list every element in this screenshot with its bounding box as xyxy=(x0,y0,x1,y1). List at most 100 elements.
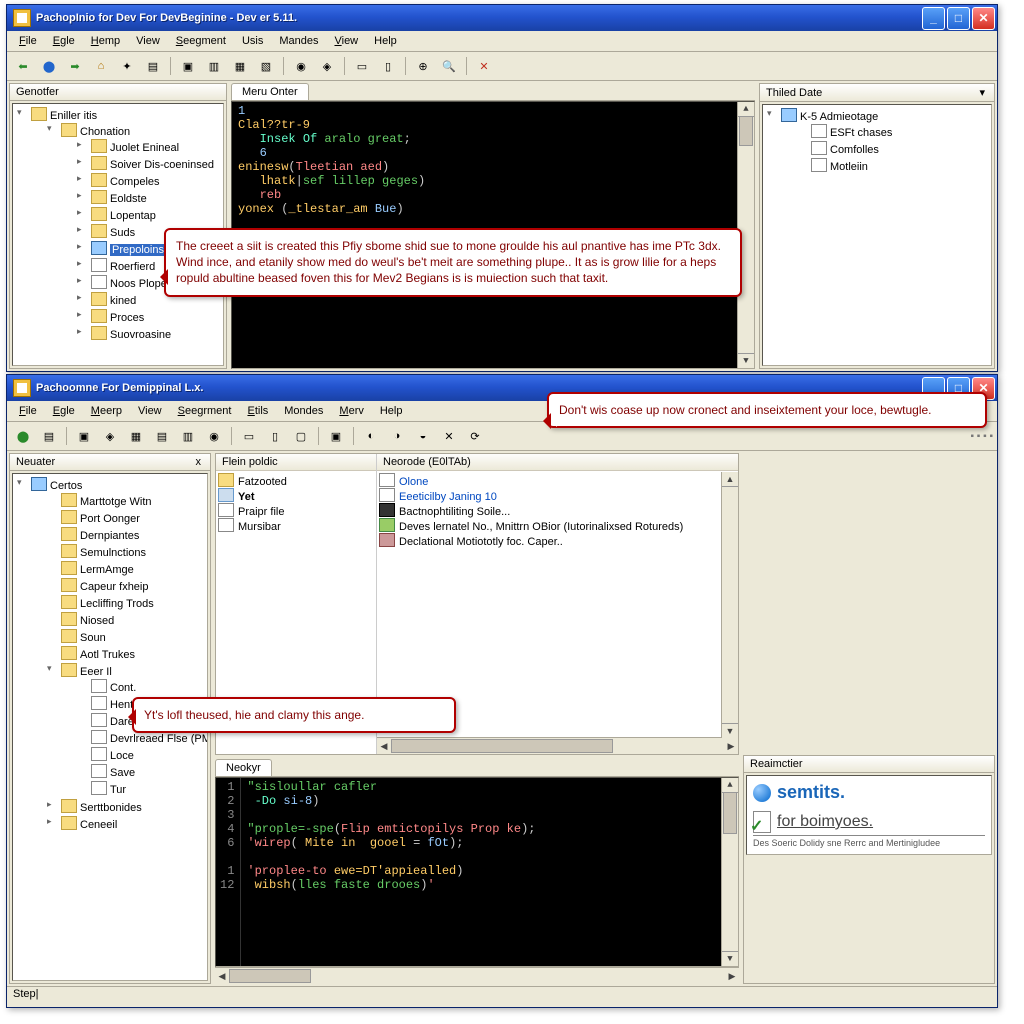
delete-button[interactable]: ✕ xyxy=(472,54,496,78)
tree-root[interactable]: Eniller itis Chonation Juolet EninealSoi… xyxy=(17,106,221,344)
titlebar-1[interactable]: PachopInio for Dev For DevBeginine - Dev… xyxy=(7,5,997,31)
scroll-left-icon[interactable]: ◀ xyxy=(377,738,391,754)
tree-item[interactable]: Port Oonger xyxy=(47,509,205,526)
toolbar-button[interactable]: ▤ xyxy=(141,54,165,78)
toolbar-button[interactable]: ▣ xyxy=(176,54,200,78)
menu-item[interactable]: Mondes xyxy=(276,403,331,419)
back-button[interactable]: ⬤ xyxy=(11,424,35,448)
list-item[interactable]: Deves lernatel No., Mnittrn OBior (Iutor… xyxy=(379,518,736,533)
menu-item[interactable]: View xyxy=(128,33,168,49)
home-button[interactable]: ⌂ xyxy=(89,54,113,78)
menu-item[interactable]: Meerp xyxy=(83,403,130,419)
toolbar-button[interactable]: ✦ xyxy=(115,54,139,78)
menu-item[interactable]: Seegrment xyxy=(170,403,240,419)
tree-item[interactable]: Motleiin xyxy=(797,157,989,174)
toolbar-button[interactable]: ▢ xyxy=(289,424,313,448)
tree-item[interactable]: Lecliffing Trods xyxy=(47,594,205,611)
scroll-right-icon[interactable]: ▶ xyxy=(724,738,738,754)
toolbar-button[interactable]: ✕ xyxy=(437,424,461,448)
toolbar-button[interactable]: ▭ xyxy=(237,424,261,448)
forward-button[interactable]: ➡ xyxy=(63,54,87,78)
menu-item[interactable]: Etils xyxy=(239,403,276,419)
toolbar-button[interactable]: ▯ xyxy=(376,54,400,78)
scroll-right-icon[interactable]: ▶ xyxy=(725,968,739,984)
menu-item[interactable]: Merv xyxy=(331,403,371,419)
maximize-button[interactable]: □ xyxy=(947,7,970,30)
tree-item[interactable]: Tur xyxy=(77,780,205,797)
menu-item[interactable]: Seegment xyxy=(168,33,234,49)
tree-item[interactable]: Cont. xyxy=(77,678,205,695)
tree-item[interactable]: Loce xyxy=(77,746,205,763)
menu-item[interactable]: File xyxy=(11,403,45,419)
menu-item[interactable]: View xyxy=(130,403,170,419)
toolbar-button[interactable]: ▥ xyxy=(202,54,226,78)
tree-item[interactable]: Comfolles xyxy=(797,140,989,157)
tree-item[interactable]: Capeur fxheip xyxy=(47,577,205,594)
tree-item[interactable]: Soun xyxy=(47,628,205,645)
code-editor-2[interactable]: 1 2 3 4 6 1 12 "sisloullar cafler -Do si… xyxy=(215,777,739,967)
tree-item[interactable]: Semulnctions xyxy=(47,543,205,560)
menu-item[interactable]: Usis xyxy=(234,33,271,49)
vertical-scrollbar[interactable]: ▲ ▼ xyxy=(721,778,738,966)
menu-item[interactable]: Help xyxy=(366,33,405,49)
vertical-scrollbar[interactable]: ▲ ▼ xyxy=(721,472,738,738)
panel-close-icon[interactable]: x xyxy=(193,456,205,468)
toolbar-button[interactable]: ▦ xyxy=(124,424,148,448)
scroll-thumb[interactable] xyxy=(391,739,613,753)
list-item[interactable]: Praipr file xyxy=(218,503,374,518)
list-item[interactable]: Mursibar xyxy=(218,518,374,533)
tree-item[interactable]: Compeles xyxy=(77,172,221,189)
tree-item[interactable]: Eoldste xyxy=(77,189,221,206)
toolbar-button[interactable]: ▤ xyxy=(37,424,61,448)
toolbar-button[interactable]: ▣ xyxy=(72,424,96,448)
menu-item[interactable]: Help xyxy=(372,403,411,419)
menu-item[interactable]: Mandes xyxy=(271,33,326,49)
scroll-thumb[interactable] xyxy=(229,969,311,983)
toolbar-button[interactable]: ◒ xyxy=(411,424,435,448)
toolbar-button[interactable]: ◉ xyxy=(289,54,313,78)
menu-item[interactable]: Egle xyxy=(45,33,83,49)
tree-item[interactable]: Suovroasine xyxy=(77,325,221,342)
list-item[interactable]: Eeeticilby Janing 10 xyxy=(379,488,736,503)
tree-root[interactable]: K-5 Admieotage ESFt chasesComfollesMotle… xyxy=(767,107,989,175)
tree-item[interactable]: Marttotge Witn xyxy=(47,492,205,509)
brand-logo-2[interactable]: for boimyoes. xyxy=(753,811,985,833)
back-button[interactable]: ⬅ xyxy=(11,54,35,78)
toolbar-button[interactable]: ▭ xyxy=(350,54,374,78)
tree-item[interactable]: Serttbonides xyxy=(47,798,205,815)
tree-item[interactable]: Ceneeil xyxy=(47,815,205,832)
scroll-up-icon[interactable]: ▲ xyxy=(722,472,738,487)
scroll-thumb[interactable] xyxy=(739,116,753,146)
scroll-thumb[interactable] xyxy=(723,792,737,834)
horizontal-scrollbar[interactable]: ◀ ▶ xyxy=(377,737,738,754)
toolbar-button[interactable]: ⊕ xyxy=(411,54,435,78)
list-item[interactable]: Fatzooted xyxy=(218,473,374,488)
tree-item[interactable]: ESFt chases xyxy=(797,123,989,140)
tree-item[interactable]: Juolet Enineal xyxy=(77,138,221,155)
toolbar-button[interactable]: ◉ xyxy=(202,424,226,448)
close-button[interactable]: ✕ xyxy=(972,7,995,30)
nav-button[interactable]: ⬤ xyxy=(37,54,61,78)
scroll-left-icon[interactable]: ◀ xyxy=(215,968,229,984)
toolbar-button[interactable]: ◑ xyxy=(385,424,409,448)
menu-item[interactable]: View xyxy=(326,33,366,49)
scroll-up-icon[interactable]: ▲ xyxy=(722,778,738,793)
toolbar-button[interactable]: ⟳ xyxy=(463,424,487,448)
right-tree[interactable]: K-5 Admieotage ESFt chasesComfollesMotle… xyxy=(762,104,992,366)
editor-tab[interactable]: Meru Onter xyxy=(231,83,309,100)
tree-item[interactable]: Save xyxy=(77,763,205,780)
toolbar-button[interactable]: ▯ xyxy=(263,424,287,448)
toolbar-button[interactable]: ◈ xyxy=(315,54,339,78)
menu-item[interactable]: File xyxy=(11,33,45,49)
tree-root[interactable]: Certos Marttotge WitnPort OongerDernpian… xyxy=(17,476,205,833)
menu-item[interactable]: Egle xyxy=(45,403,83,419)
toolbar-button[interactable]: ▦ xyxy=(228,54,252,78)
scroll-down-icon[interactable]: ▼ xyxy=(722,723,738,738)
scroll-down-icon[interactable]: ▼ xyxy=(738,353,754,368)
tree-item[interactable]: Soiver Dis-coeninsed xyxy=(77,155,221,172)
toolbar-button[interactable]: 🔍 xyxy=(437,54,461,78)
toolbar-button[interactable]: ▣ xyxy=(324,424,348,448)
minimize-button[interactable]: _ xyxy=(922,7,945,30)
horizontal-scrollbar[interactable]: ◀ ▶ xyxy=(215,967,739,984)
toolbar-button[interactable]: ▤ xyxy=(150,424,174,448)
